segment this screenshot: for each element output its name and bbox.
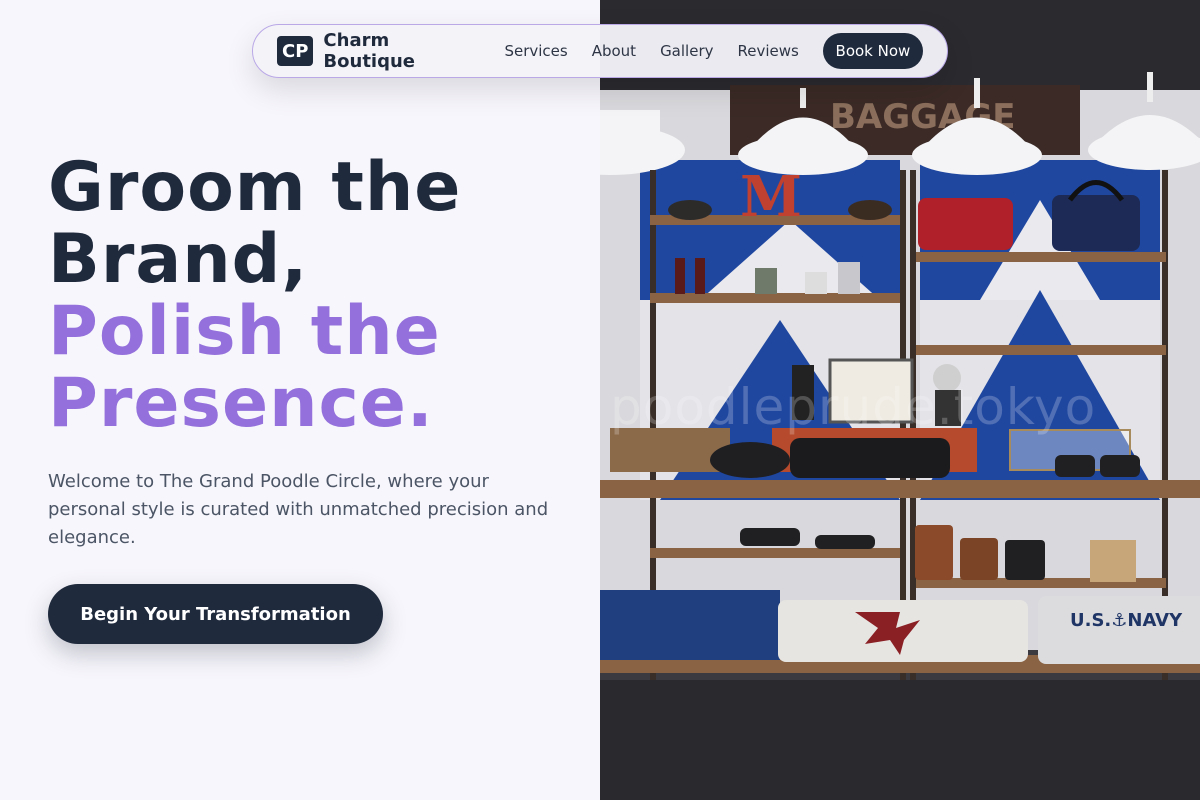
top-navbar: CP Charm Boutique Services About Gallery… — [252, 24, 948, 78]
logo-badge[interactable]: CP — [277, 36, 314, 66]
begin-transformation-button[interactable]: Begin Your Transformation — [48, 584, 383, 644]
headline-line-2: Brand, — [48, 220, 309, 299]
hero-store-photo: BAGGAGE M U.S.⚓NAVY poodleprude.tokyo — [600, 0, 1200, 800]
photo-watermark: poodleprude.tokyo — [610, 378, 1097, 436]
hero-left-panel: Groom the Brand, Polish the Presence. We… — [0, 0, 600, 800]
hero-headline: Groom the Brand, Polish the Presence. — [48, 152, 588, 440]
nav-link-gallery[interactable]: Gallery — [660, 42, 713, 60]
navy-sweater-text: U.S.⚓NAVY — [1070, 610, 1183, 631]
nav-link-reviews[interactable]: Reviews — [738, 42, 799, 60]
headline-line-3: Polish the — [48, 292, 441, 371]
nav-link-services[interactable]: Services — [504, 42, 567, 60]
headline-line-1: Groom the — [48, 148, 462, 227]
brand-name[interactable]: Charm Boutique — [323, 30, 472, 72]
letter-m-sign: M — [740, 164, 802, 230]
book-now-button[interactable]: Book Now — [822, 33, 923, 69]
nav-links: Services About Gallery Reviews — [504, 42, 798, 60]
headline-line-4: Presence. — [48, 364, 434, 443]
nav-link-about[interactable]: About — [592, 42, 636, 60]
hero-intro-text: Welcome to The Grand Poodle Circle, wher… — [48, 471, 549, 548]
